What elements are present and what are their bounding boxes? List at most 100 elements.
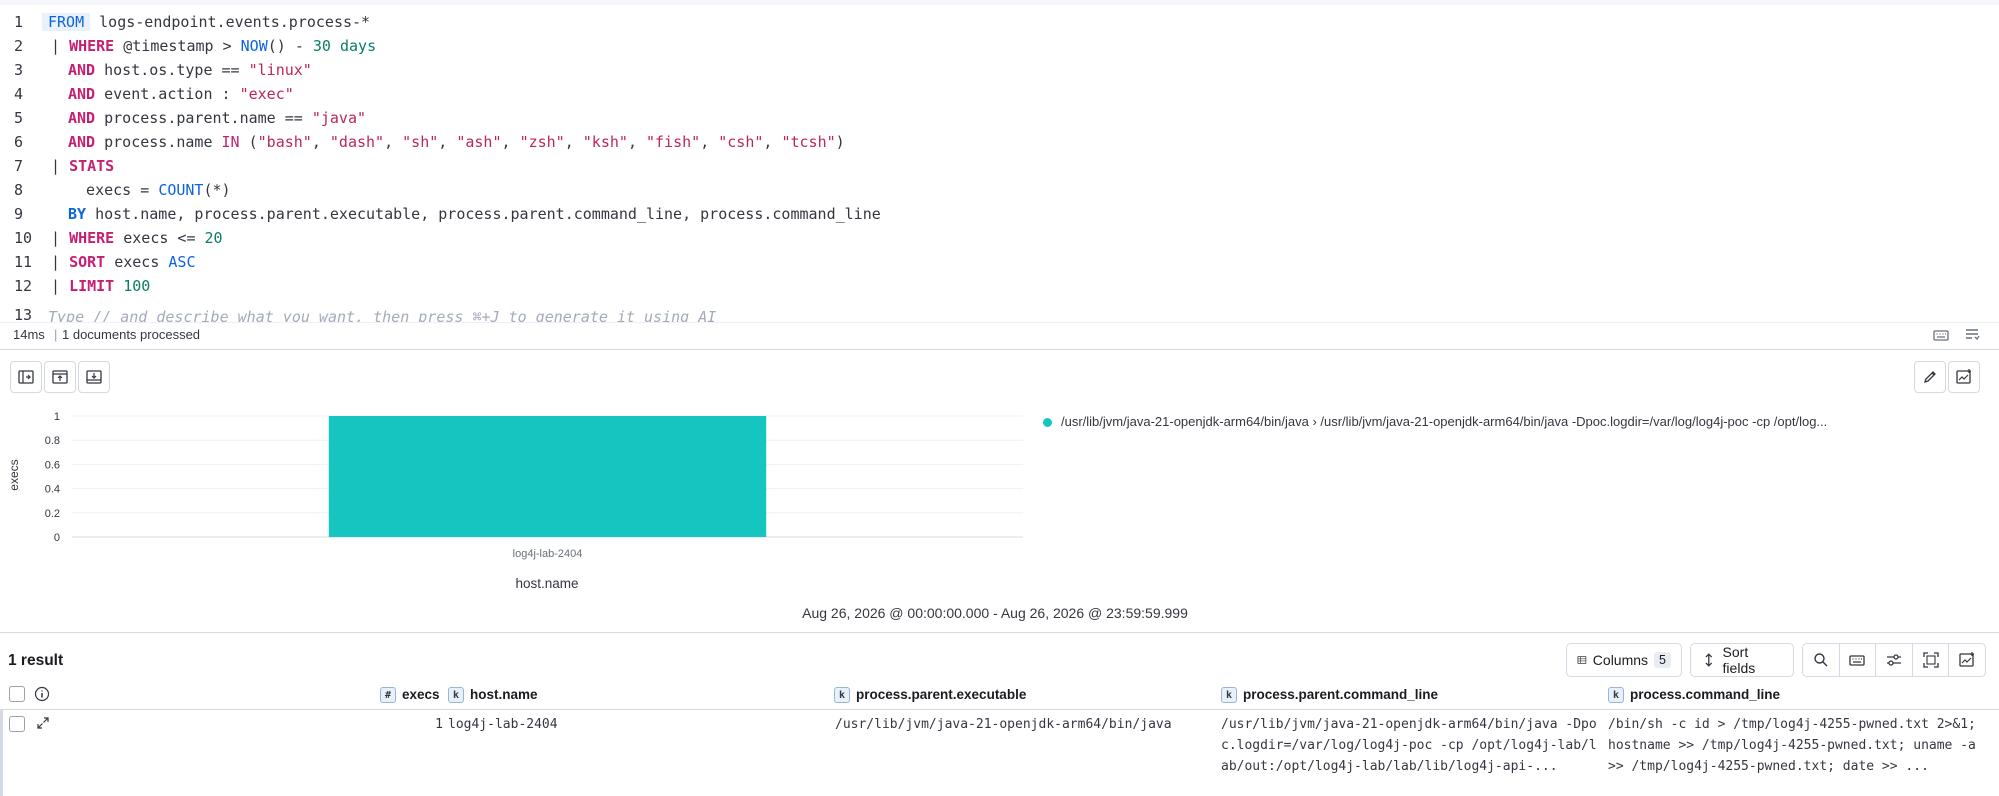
query-duration: 14ms xyxy=(13,327,45,342)
results-table: # execs k host.name k process.parent.execut… xyxy=(0,682,1999,796)
keyword-asc: ASC xyxy=(168,253,196,271)
x-tick-label: log4j-lab-2404 xyxy=(513,548,583,560)
editor-line: 2 | WHERE @timestamp > NOW() - 30 days xyxy=(0,34,1999,58)
save-visualization-button[interactable] xyxy=(1948,361,1980,393)
string-literal: "csh" xyxy=(718,133,764,151)
expand-row-icon[interactable] xyxy=(35,715,51,738)
keyword-type-icon: k xyxy=(1608,687,1624,704)
editor-line: 7 | STATS xyxy=(0,154,1999,178)
chart-plus-icon xyxy=(1956,369,1971,384)
comma: , xyxy=(311,133,330,151)
y-tick-label: 0.6 xyxy=(45,459,60,471)
number-literal: 30 days xyxy=(312,37,377,55)
info-icon[interactable] xyxy=(34,686,50,705)
code-text: execs = xyxy=(68,181,159,199)
keyword-limit: LIMIT xyxy=(69,277,115,295)
chart-plus-icon[interactable] xyxy=(1949,644,1985,676)
line-number: 1 xyxy=(14,13,24,31)
line-number: 6 xyxy=(14,133,24,151)
keyword-where: WHERE xyxy=(69,37,115,55)
column-header-parent-command-line[interactable]: k process.parent.command_line xyxy=(1221,687,1439,704)
fullscreen-icon[interactable] xyxy=(1913,644,1950,676)
line-number: 9 xyxy=(14,205,24,223)
toggle-sidebar-button[interactable] xyxy=(10,361,42,393)
editor-line: 12 | LIMIT 100 xyxy=(0,274,1999,298)
panel-top-icon xyxy=(52,370,68,384)
pencil-icon xyxy=(1923,371,1936,384)
sort-fields-button[interactable]: Sort fields xyxy=(1690,643,1794,677)
line-number: 13 xyxy=(14,306,33,323)
column-header-parent-executable[interactable]: k process.parent.executable xyxy=(834,687,1026,704)
search-icon[interactable] xyxy=(1803,644,1840,676)
column-header-host-name[interactable]: k host.name xyxy=(448,687,538,704)
line-number: 5 xyxy=(14,109,24,127)
cell-host-name[interactable]: log4j-lab-2404 xyxy=(448,714,558,735)
select-all-checkbox[interactable] xyxy=(9,686,25,702)
code-text: ) xyxy=(835,133,845,151)
keyboard-icon[interactable] xyxy=(1840,644,1877,676)
columns-button[interactable]: Columns 5 xyxy=(1566,643,1682,677)
string-literal: "sh" xyxy=(402,133,439,151)
y-tick-label: 0.2 xyxy=(45,508,60,520)
grid-toolbar-icons xyxy=(1802,643,1986,677)
y-tick-label: 0.8 xyxy=(45,435,60,447)
code-text: () - xyxy=(267,37,313,55)
y-tick-label: 0 xyxy=(54,532,60,544)
pipe: | xyxy=(51,229,70,247)
keyword-and: AND xyxy=(68,133,96,151)
results-toolbar: 1 result Columns 5 Sort fields xyxy=(0,632,1999,682)
keyword-where: WHERE xyxy=(69,229,115,247)
pipe: | xyxy=(51,37,70,55)
table-row[interactable]: 1 log4j-lab-2404 /usr/lib/jvm/java-21-op… xyxy=(0,710,1999,796)
comma: , xyxy=(438,133,457,151)
y-tick-label: 1 xyxy=(54,411,60,423)
cell-parent-command-line[interactable]: /usr/lib/jvm/java-21-openjdk-arm64/bin/j… xyxy=(1221,714,1599,780)
keyword-type-icon: k xyxy=(448,687,464,704)
keyboard-icon[interactable] xyxy=(1932,326,1950,344)
column-header-execs[interactable]: # execs xyxy=(380,687,440,704)
keyword-and: AND xyxy=(68,109,96,127)
cell-command-line[interactable]: /bin/sh -c id > /tmp/log4j-4255-pwned.tx… xyxy=(1608,714,1986,780)
chart-legend[interactable]: /usr/lib/jvm/java-21-openjdk-arm64/bin/j… xyxy=(1043,414,1827,429)
esql-editor[interactable]: 1 FROM logs-endpoint.events.process-* 2 … xyxy=(0,0,1999,323)
string-literal: "ash" xyxy=(456,133,502,151)
comma: , xyxy=(384,133,403,151)
line-number: 8 xyxy=(14,181,24,199)
editor-line: 6 AND process.name IN ("bash", "dash", "… xyxy=(0,130,1999,154)
column-header-command-line[interactable]: k process.command_line xyxy=(1608,687,1780,704)
legend-color-dot xyxy=(1043,418,1052,428)
keyword-sort: SORT xyxy=(69,253,106,271)
code-text: process.parent.name == xyxy=(95,109,312,127)
x-axis-label: host.name xyxy=(515,576,578,591)
y-tick-label: 0.4 xyxy=(45,484,60,496)
string-literal: "java" xyxy=(311,109,367,127)
editor-line: 5 AND process.parent.name == "java" xyxy=(0,106,1999,130)
line-number: 7 xyxy=(14,157,24,175)
display-settings-icon[interactable] xyxy=(1876,644,1913,676)
cell-execs[interactable]: 1 xyxy=(403,714,443,735)
editor-line: 4 AND event.action : "exec" xyxy=(0,82,1999,106)
keyword-type-icon: k xyxy=(834,687,850,704)
column-header-label: process.parent.command_line xyxy=(1243,687,1439,702)
time-range-label: Aug 26, 2026 @ 00:00:00.000 - Aug 26, 20… xyxy=(802,605,1188,621)
collapse-chart-button[interactable] xyxy=(44,361,76,393)
bar-chart: 0 0.2 0.4 0.6 0.8 1 log4j-lab-2404 execs host… xyxy=(7,411,1023,591)
line-number: 2 xyxy=(14,37,24,55)
ai-prompt-placeholder[interactable]: Type // and describe what you want, then… xyxy=(48,305,716,323)
code-text: @timestamp > xyxy=(114,37,241,55)
column-header-label: host.name xyxy=(470,687,538,702)
editor-line: 13 Type // and describe what you want, t… xyxy=(0,303,1999,323)
result-count: 1 result xyxy=(8,652,64,669)
comma: , xyxy=(627,133,646,151)
table-icon xyxy=(1577,656,1587,664)
row-checkbox[interactable] xyxy=(9,716,25,732)
bar[interactable] xyxy=(328,416,767,537)
documentation-icon[interactable] xyxy=(1963,326,1981,344)
panel-left-icon xyxy=(18,370,34,384)
comma: , xyxy=(763,133,782,151)
editor-line: 8 execs = COUNT(*) xyxy=(0,178,1999,202)
edit-visualization-button[interactable] xyxy=(1914,361,1946,393)
cell-parent-executable[interactable]: /usr/lib/jvm/java-21-openjdk-arm64/bin/j… xyxy=(835,714,1172,735)
code-text: execs xyxy=(105,253,169,271)
expand-chart-button[interactable] xyxy=(78,361,110,393)
